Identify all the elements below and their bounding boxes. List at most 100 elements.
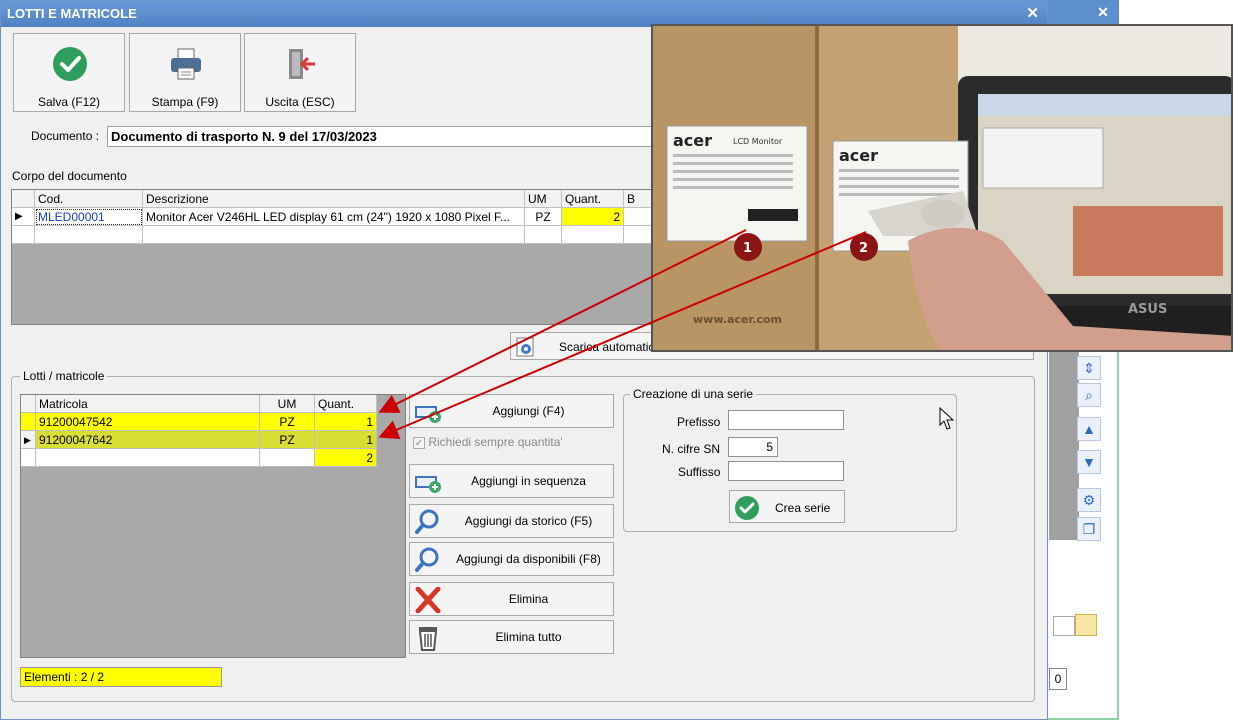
row-quantity[interactable]: 2 xyxy=(562,208,624,226)
search-icon[interactable]: ⌕ xyxy=(1077,383,1101,407)
exit-button[interactable]: Uscita (ESC) xyxy=(244,33,356,112)
row-indicator-header xyxy=(12,190,35,208)
header-description: Descrizione xyxy=(143,190,525,208)
create-series-button[interactable]: Crea serie xyxy=(729,490,845,523)
laptop-brand: ASUS xyxy=(1128,302,1167,317)
background-gray-area xyxy=(1049,350,1079,540)
prefix-label: Prefisso xyxy=(677,415,721,429)
check-icon xyxy=(735,496,759,520)
print-button[interactable]: Stampa (F9) xyxy=(129,33,241,112)
checkbox-icon: ✓ xyxy=(413,436,425,449)
close-icon[interactable]: ✕ xyxy=(1093,2,1113,22)
add-row-icon xyxy=(415,406,441,423)
delete-label: Elimina xyxy=(508,592,549,606)
series-caption: Creazione di una serie xyxy=(630,387,757,401)
header-quantity: Quant. xyxy=(315,395,377,413)
move-icon[interactable]: ⇕ xyxy=(1077,356,1101,380)
suffix-label: Suffisso xyxy=(678,465,721,479)
exit-label: Uscita (ESC) xyxy=(265,95,335,109)
body-grid: Cod. Descrizione UM Quant. B ▶ MLED00001… xyxy=(11,189,656,325)
settings-doc-icon[interactable]: ⚙ xyxy=(1077,488,1101,512)
quantity-cell[interactable]: 1 xyxy=(315,431,377,449)
header-quantity: Quant. xyxy=(562,190,624,208)
copy-doc-icon[interactable]: ❐ xyxy=(1077,517,1101,541)
add-from-available-button[interactable]: Aggiungi da disponibili (F8) xyxy=(409,542,614,576)
suffix-input[interactable] xyxy=(728,461,844,481)
marker-1: 1 xyxy=(743,241,752,256)
scanner-photo: ASUS acer acer LCD Monitor www.acer.com … xyxy=(651,24,1233,352)
table-row[interactable]: ▶ 91200047642 PZ 1 xyxy=(21,431,377,449)
arrow-down-icon[interactable]: ▼ xyxy=(1077,450,1101,474)
add-label: Aggiungi (F4) xyxy=(492,404,565,418)
um-cell: PZ xyxy=(260,413,315,431)
header-um: UM xyxy=(525,190,562,208)
row-code[interactable]: MLED00001 xyxy=(35,208,143,226)
save-button[interactable]: Salva (F12) xyxy=(13,33,125,112)
lots-grid: Matricola UM Quant. 91200047542 PZ 1 ▶ 9… xyxy=(20,394,406,658)
header-um: UM xyxy=(260,395,315,413)
printer-icon xyxy=(171,48,201,80)
box-brand-2: acer xyxy=(839,146,878,165)
always-ask-quantity-label: Richiedi sempre quantita' xyxy=(428,435,563,449)
delete-button[interactable]: Elimina xyxy=(409,582,614,616)
header-serial: Matricola xyxy=(36,395,260,413)
header-code: Cod. xyxy=(35,190,143,208)
row-description: Monitor Acer V246HL LED display 61 cm (2… xyxy=(143,208,525,226)
serial-cell[interactable]: 91200047542 xyxy=(36,413,260,431)
exit-icon xyxy=(289,49,315,79)
total-quantity: 2 xyxy=(315,449,377,467)
document-field: Documento di trasporto N. 9 del 17/03/20… xyxy=(107,126,667,147)
trash-icon xyxy=(418,627,438,651)
search-icon xyxy=(415,547,439,572)
add-from-history-label: Aggiungi da storico (F5) xyxy=(464,514,593,528)
folder-icon[interactable] xyxy=(1075,614,1097,636)
background-zero-field[interactable]: 0 xyxy=(1049,668,1067,690)
lots-grid-header: Matricola UM Quant. xyxy=(21,395,377,413)
gear-document-icon xyxy=(516,337,534,357)
quantity-cell[interactable]: 1 xyxy=(315,413,377,431)
add-from-history-button[interactable]: Aggiungi da storico (F5) xyxy=(409,504,614,538)
table-row-empty[interactable] xyxy=(12,226,656,244)
add-sequence-label: Aggiungi in sequenza xyxy=(471,474,586,488)
row-um: PZ xyxy=(525,208,562,226)
table-row[interactable]: 91200047542 PZ 1 xyxy=(21,413,377,431)
box-label-title: LCD Monitor xyxy=(733,137,783,146)
delete-all-label: Elimina tutto xyxy=(495,630,562,644)
box-brand-1: acer xyxy=(673,131,712,150)
box-url: www.acer.com xyxy=(693,313,782,326)
serial-cell[interactable]: 91200047642 xyxy=(36,431,260,449)
add-from-available-label: Aggiungi da disponibili (F8) xyxy=(456,552,601,566)
print-label: Stampa (F9) xyxy=(151,95,219,109)
arrow-up-icon[interactable]: ▲ xyxy=(1077,417,1101,441)
add-row-icon xyxy=(415,476,441,493)
background-input[interactable] xyxy=(1053,616,1075,636)
digits-input[interactable]: 5 xyxy=(728,437,778,457)
always-ask-quantity-checkbox[interactable]: ✓ Richiedi sempre quantita' xyxy=(413,435,563,449)
total-row: 2 xyxy=(21,449,377,467)
check-icon xyxy=(53,47,87,81)
delete-all-button[interactable]: Elimina tutto xyxy=(409,620,614,654)
dialog-title: LOTTI E MATRICOLE xyxy=(7,6,137,21)
document-label: Documento : xyxy=(31,129,100,143)
photo-illustration: ASUS acer acer LCD Monitor www.acer.com … xyxy=(653,26,1231,350)
delete-x-icon xyxy=(415,587,441,613)
table-row[interactable]: ▶ MLED00001 Monitor Acer V246HL LED disp… xyxy=(12,208,656,226)
mouse-cursor-icon xyxy=(939,407,955,430)
um-cell: PZ xyxy=(260,431,315,449)
auto-download-label: Scarica automatic xyxy=(559,340,655,354)
row-pointer-icon: ▶ xyxy=(21,431,36,449)
add-button[interactable]: Aggiungi (F4) xyxy=(409,394,614,428)
body-grid-caption: Corpo del documento xyxy=(12,169,127,183)
prefix-input[interactable] xyxy=(728,410,844,430)
add-sequence-button[interactable]: Aggiungi in sequenza xyxy=(409,464,614,498)
close-icon[interactable]: ✕ xyxy=(1026,4,1039,22)
lots-caption: Lotti / matricole xyxy=(20,369,108,383)
create-series-label: Crea serie xyxy=(775,501,831,515)
digits-label: N. cifre SN xyxy=(662,442,721,456)
search-icon xyxy=(415,509,439,534)
save-label: Salva (F12) xyxy=(37,95,101,109)
row-pointer-icon: ▶ xyxy=(12,208,35,226)
body-grid-header: Cod. Descrizione UM Quant. B xyxy=(12,190,656,208)
elements-counter: Elementi : 2 / 2 xyxy=(20,667,222,687)
marker-2: 2 xyxy=(859,241,868,256)
